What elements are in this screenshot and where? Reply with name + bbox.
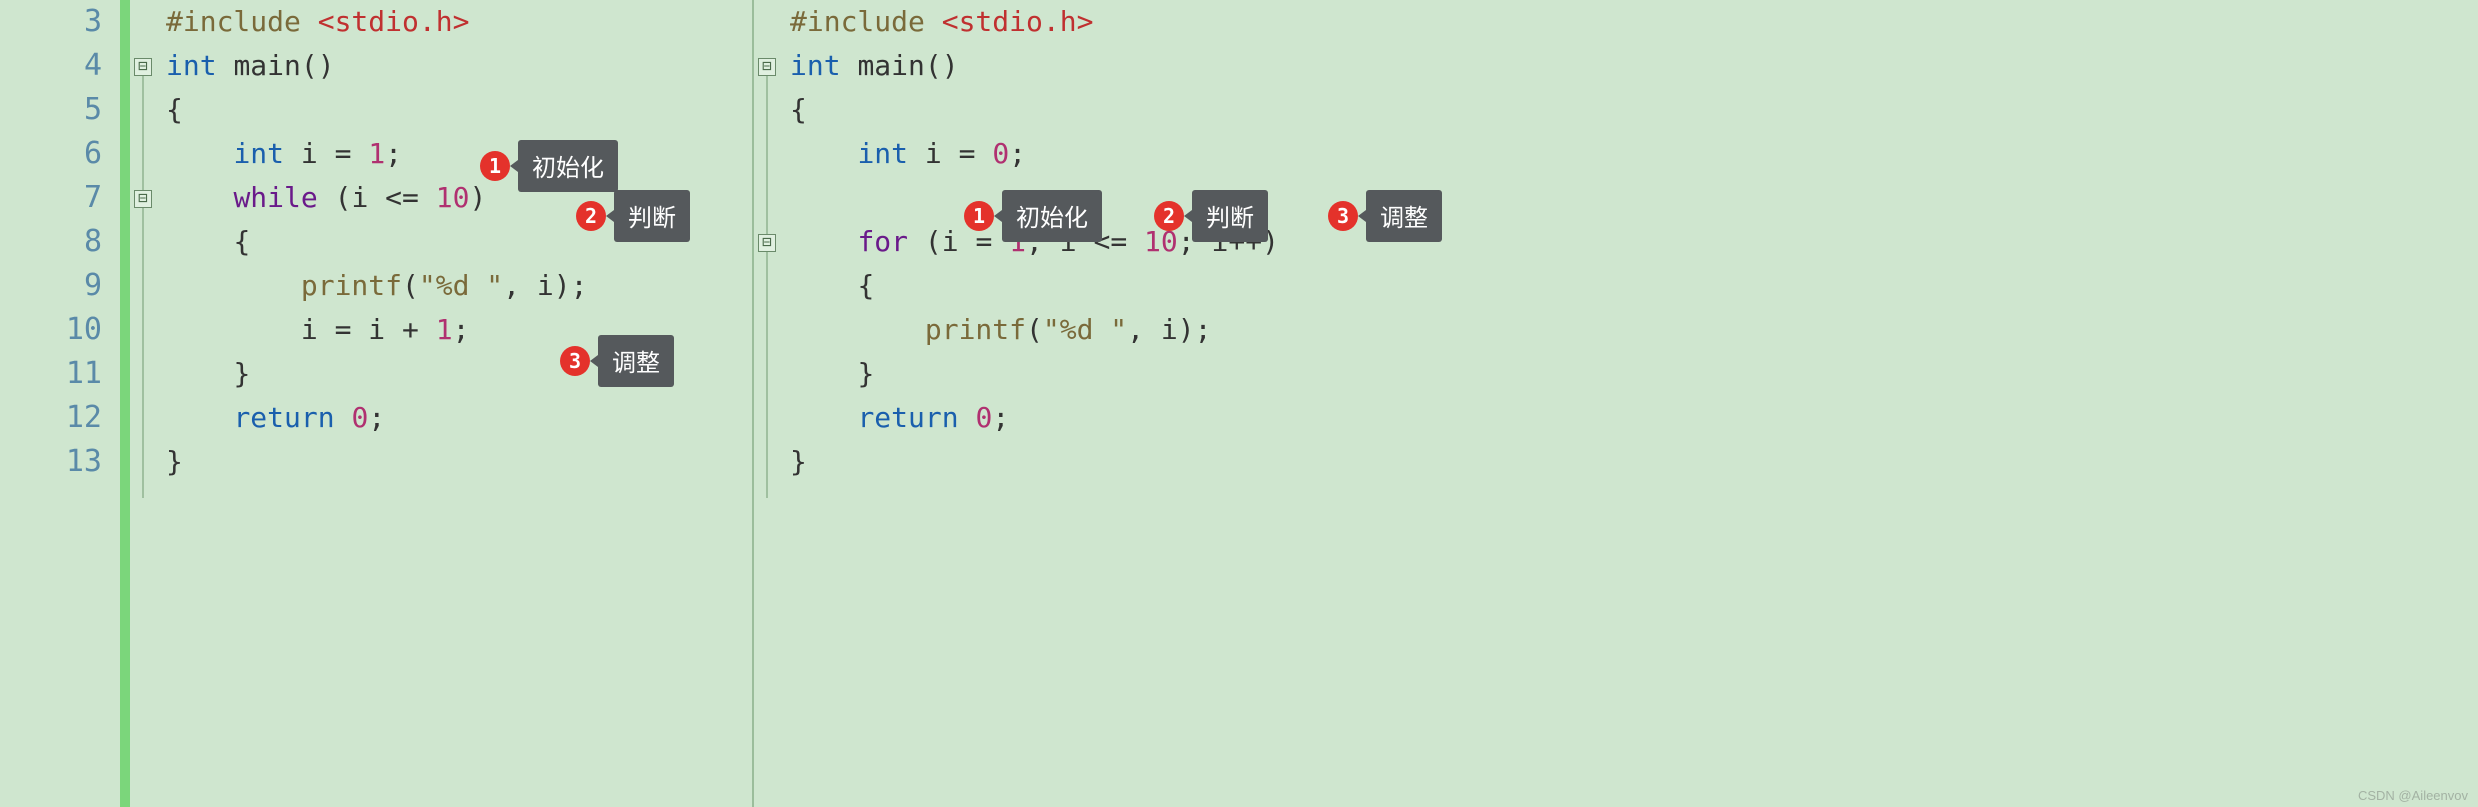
fold-toggle-icon[interactable]: ⊟ — [134, 190, 152, 208]
code-line: { — [790, 88, 2478, 132]
annotation-badge: 1 初始化 — [480, 140, 618, 192]
line-number: 8 — [0, 220, 102, 264]
fold-column-left: ⊟ ⊟ — [130, 0, 160, 807]
annotation-label: 调整 — [598, 335, 674, 387]
fold-column-right: ⊟ ⊟ — [754, 0, 784, 807]
code-line: #include <stdio.h> — [166, 0, 752, 44]
watermark-text: CSDN @Aileenvov — [2358, 788, 2468, 803]
code-line: { — [166, 88, 752, 132]
code-line: return 0; — [790, 396, 2478, 440]
annotation-badge: 3 调整 — [1328, 190, 1442, 242]
annotation-number-icon: 3 — [1328, 201, 1358, 231]
code-area-right[interactable]: #include <stdio.h>int main(){ int i = 0;… — [784, 0, 2478, 807]
line-number: 3 — [0, 0, 102, 44]
annotation-label: 判断 — [1192, 190, 1268, 242]
fold-toggle-icon[interactable]: ⊟ — [134, 58, 152, 76]
code-line: } — [790, 352, 2478, 396]
annotation-number-icon: 1 — [964, 201, 994, 231]
annotation-label: 初始化 — [518, 140, 618, 192]
line-number-gutter: 345678910111213 — [0, 0, 120, 807]
line-number: 9 — [0, 264, 102, 308]
annotation-number-icon: 3 — [560, 346, 590, 376]
code-line: printf("%d ", i); — [166, 264, 752, 308]
line-number: 13 — [0, 440, 102, 484]
code-line: int main() — [790, 44, 2478, 88]
annotation-badge: 2 判断 — [1154, 190, 1268, 242]
annotation-label: 判断 — [614, 190, 690, 242]
annotation-label: 初始化 — [1002, 190, 1102, 242]
change-indicator-bar — [120, 0, 130, 807]
line-number: 11 — [0, 352, 102, 396]
annotation-number-icon: 2 — [576, 201, 606, 231]
annotation-number-icon: 1 — [480, 151, 510, 181]
code-line: int i = 0; — [790, 132, 2478, 176]
editor-panel-left: 345678910111213 ⊟ ⊟ #include <stdio.h>in… — [0, 0, 752, 807]
annotation-number-icon: 2 — [1154, 201, 1184, 231]
annotation-badge: 1 初始化 — [964, 190, 1102, 242]
editor-panel-right: ⊟ ⊟ #include <stdio.h>int main(){ int i … — [752, 0, 2478, 807]
code-line: } — [790, 440, 2478, 484]
code-area-left[interactable]: #include <stdio.h>int main(){ int i = 1;… — [160, 0, 752, 807]
fold-toggle-icon[interactable]: ⊟ — [758, 234, 776, 252]
code-line: return 0; — [166, 396, 752, 440]
annotation-badge: 3 调整 — [560, 335, 674, 387]
line-number: 12 — [0, 396, 102, 440]
code-line: int main() — [166, 44, 752, 88]
line-number: 5 — [0, 88, 102, 132]
annotation-badge: 2 判断 — [576, 190, 690, 242]
code-line: int i = 1; — [166, 132, 752, 176]
code-line: { — [790, 264, 2478, 308]
line-number: 4 — [0, 44, 102, 88]
line-number: 7 — [0, 176, 102, 220]
code-line: } — [166, 440, 752, 484]
line-number: 10 — [0, 308, 102, 352]
line-number: 6 — [0, 132, 102, 176]
code-line: #include <stdio.h> — [790, 0, 2478, 44]
fold-toggle-icon[interactable]: ⊟ — [758, 58, 776, 76]
code-line: printf("%d ", i); — [790, 308, 2478, 352]
annotation-label: 调整 — [1366, 190, 1442, 242]
